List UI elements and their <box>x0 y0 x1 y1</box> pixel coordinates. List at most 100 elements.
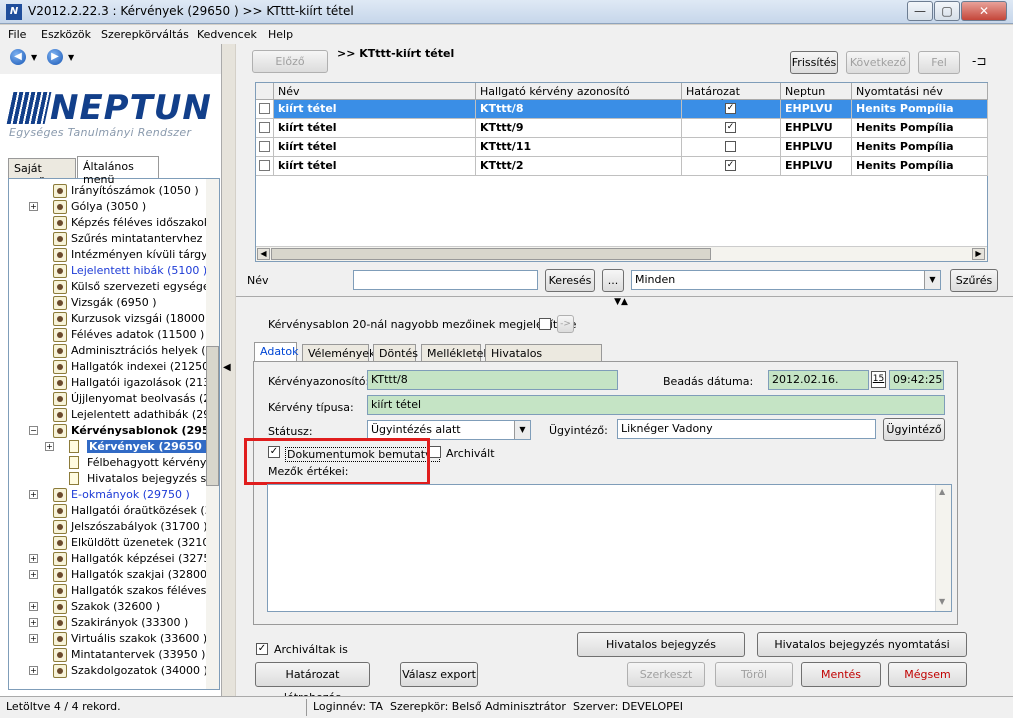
tree-item[interactable]: + Virtuális szakok (33600 ) <box>9 631 209 647</box>
tree-item[interactable]: Hallgatói óraütközések (3010 <box>9 503 219 519</box>
tree-item[interactable]: Lejelentett adathibák (29450 <box>9 407 219 423</box>
tab-velemenyek[interactable]: Vélemények <box>302 344 375 362</box>
pin-icon[interactable]: -⊐ <box>972 54 986 68</box>
tree-collapse-icon[interactable]: − <box>29 426 38 435</box>
tree-scrollbar-thumb[interactable] <box>206 346 219 486</box>
tab-dontes[interactable]: Döntés <box>373 344 418 362</box>
tree-item[interactable]: + Hallgatók képzései (32750 ) <box>9 551 219 567</box>
close-icon[interactable]: ✕ <box>961 1 1007 21</box>
tree-item[interactable]: Félbehagyott kérvények ( <box>9 455 219 471</box>
tab-sajat-menu[interactable]: Saját menü <box>8 158 76 188</box>
tree-item[interactable]: Szűrés mintatantervhez rende <box>9 231 219 247</box>
tree-item[interactable]: + Hallgatók szakjai (32800 ) <box>9 567 215 583</box>
scroll-right-icon[interactable]: ▶ <box>972 248 985 260</box>
tree-item[interactable]: Hallgatók szakos féléves ada <box>9 583 219 599</box>
search-button[interactable]: Keresés <box>545 269 595 292</box>
row-select-box[interactable] <box>259 122 270 133</box>
filter-button[interactable]: Szűrés <box>950 269 998 292</box>
detail-splitter[interactable]: ▼▲ <box>595 297 647 307</box>
minimize-icon[interactable]: — <box>907 1 933 21</box>
menu-kedvencek[interactable]: Kedvencek <box>197 28 257 41</box>
filter-name-input[interactable] <box>353 270 538 290</box>
scroll-left-icon[interactable]: ◀ <box>257 248 270 260</box>
tree-item[interactable]: Lejelentett hibák (5100 ) <box>9 263 209 279</box>
row-select-box[interactable] <box>259 160 270 171</box>
decision-checkbox[interactable] <box>725 141 736 152</box>
tree-item[interactable]: Jelszószabályok (31700 ) <box>9 519 209 535</box>
grid-scroll-thumb[interactable] <box>271 248 711 260</box>
tree-expand-icon[interactable]: + <box>29 570 38 579</box>
create-decision-button[interactable]: Határozat létrehozás <box>255 662 370 704</box>
grid-header-nev[interactable]: Név <box>274 83 476 100</box>
tree-item[interactable]: Elküldött üzenetek (32100 ) <box>9 535 219 551</box>
tree-expand-icon[interactable]: + <box>29 666 38 675</box>
tree-expand-icon[interactable]: + <box>29 602 38 611</box>
archived-checkbox[interactable] <box>429 446 441 458</box>
up-button[interactable]: Fel <box>918 51 960 74</box>
tree-item[interactable]: + E-okmányok (29750 ) <box>9 487 209 503</box>
tree-expand-icon[interactable]: + <box>29 202 38 211</box>
forward-arrow-icon[interactable]: ▶ <box>47 49 63 65</box>
tree-item[interactable]: + Kérvények (29650 ) <box>9 439 213 455</box>
grid-horizontal-scrollbar[interactable]: ◀ ▶ <box>256 246 987 261</box>
tree-item[interactable]: + Szakirányok (33300 ) <box>9 615 209 631</box>
maximize-icon[interactable]: ▢ <box>934 1 960 21</box>
reply-export-button[interactable]: Válasz export <box>400 662 478 687</box>
menu-eszkozok[interactable]: Eszközök <box>41 28 91 41</box>
tree-expand-icon[interactable]: + <box>29 634 38 643</box>
official-generate-button[interactable]: Hivatalos bejegyzés generálás <box>577 632 745 674</box>
tree-item[interactable]: Hallgatók indexei (21250 ) <box>9 359 217 375</box>
cancel-button[interactable]: Mégsem <box>888 662 967 687</box>
field-values-area[interactable] <box>267 484 952 612</box>
tree-item[interactable]: Újjlenyomat beolvasás (29300 <box>9 391 219 407</box>
table-row[interactable]: kiírt tétel KTttt/2 ✓ EHPLVU Henits Pompília <box>256 157 989 176</box>
tree-item[interactable]: Külső szervezeti egységek (68 <box>9 279 219 295</box>
next-button[interactable]: Következő <box>846 51 910 74</box>
menu-file[interactable]: File <box>8 28 26 41</box>
table-row[interactable]: kiírt tétel KTttt/9 ✓ EHPLVU Henits Pompília <box>256 119 989 138</box>
grid-header-neptun-kod[interactable]: Neptun kód <box>781 83 852 111</box>
tree-item[interactable]: Hallgatói igazolások (21300 ) <box>9 375 219 391</box>
prev-button[interactable]: Előző <box>252 50 328 73</box>
scroll-up-icon[interactable]: ▲ <box>939 487 945 496</box>
decision-checkbox[interactable]: ✓ <box>725 122 736 133</box>
row-select-box[interactable] <box>259 141 270 152</box>
decision-checkbox[interactable]: ✓ <box>725 103 736 114</box>
tree-item[interactable]: Kurzusok vizsgái (18000 ) <box>9 311 213 327</box>
decision-checkbox[interactable]: ✓ <box>725 160 736 171</box>
collapse-left-icon[interactable]: ◀ <box>223 362 233 378</box>
show-archived-checkbox[interactable]: ✓ <box>256 643 268 655</box>
menu-help[interactable]: Help <box>268 28 293 41</box>
status-select[interactable]: Ügyintézés alatt ▼ <box>367 420 531 440</box>
template-fields-arrow-button[interactable]: -> <box>557 315 574 333</box>
grid-header-hatarozat[interactable]: Határozat generál... <box>682 83 781 111</box>
tree-item[interactable]: Intézményen kívüli tárgyak (4 <box>9 247 219 263</box>
field-values-scrollbar[interactable]: ▲ ▼ <box>935 485 951 611</box>
tree-item[interactable]: Féléves adatok (11500 ) <box>9 327 209 343</box>
edit-button[interactable]: Szerkeszt <box>627 662 705 687</box>
tab-altalanos-menu[interactable]: Általános menü <box>77 156 159 186</box>
tree-item[interactable]: Adminisztrációs helyek (3600 <box>9 343 219 359</box>
grid-header-azonosito[interactable]: Hallgató kérvény azonosító <box>476 83 682 100</box>
official-preview-button[interactable]: Hivatalos bejegyzés nyomtatási előkép <box>757 632 967 674</box>
forward-dropdown-icon[interactable]: ▼ <box>68 53 74 62</box>
admin-button[interactable]: Ügyintéző <box>883 418 945 441</box>
calendar-icon[interactable]: 15 <box>871 371 886 388</box>
filter-select[interactable]: Minden ▼ <box>631 270 941 290</box>
grid-header-nyomtatasi-nev[interactable]: Nyomtatási név <box>852 83 988 100</box>
tab-adatok[interactable]: Adatok <box>254 342 298 362</box>
tree-item[interactable]: Képzés féléves időszakok (44 <box>9 215 219 231</box>
ellipsis-button[interactable]: ... <box>602 269 624 292</box>
tree-item[interactable]: + Szakok (32600 ) <box>9 599 209 615</box>
tree-item[interactable]: + Szakdolgozatok (34000 ) <box>9 663 209 679</box>
tree-expand-icon[interactable]: + <box>29 490 38 499</box>
back-arrow-icon[interactable]: ◀ <box>10 49 26 65</box>
chevron-down-icon[interactable]: ▼ <box>514 421 530 439</box>
chevron-down-icon[interactable]: ▼ <box>924 271 940 289</box>
tree-item[interactable]: + Gólya (3050 ) <box>9 199 209 215</box>
tree-item[interactable]: Mintatantervek (33950 ) <box>9 647 209 663</box>
refresh-button[interactable]: Frissítés <box>790 51 838 74</box>
tree-item[interactable]: Hivatalos bejegyzés sablo <box>9 471 219 487</box>
row-select-box[interactable] <box>259 103 270 114</box>
back-dropdown-icon[interactable]: ▼ <box>31 53 37 62</box>
